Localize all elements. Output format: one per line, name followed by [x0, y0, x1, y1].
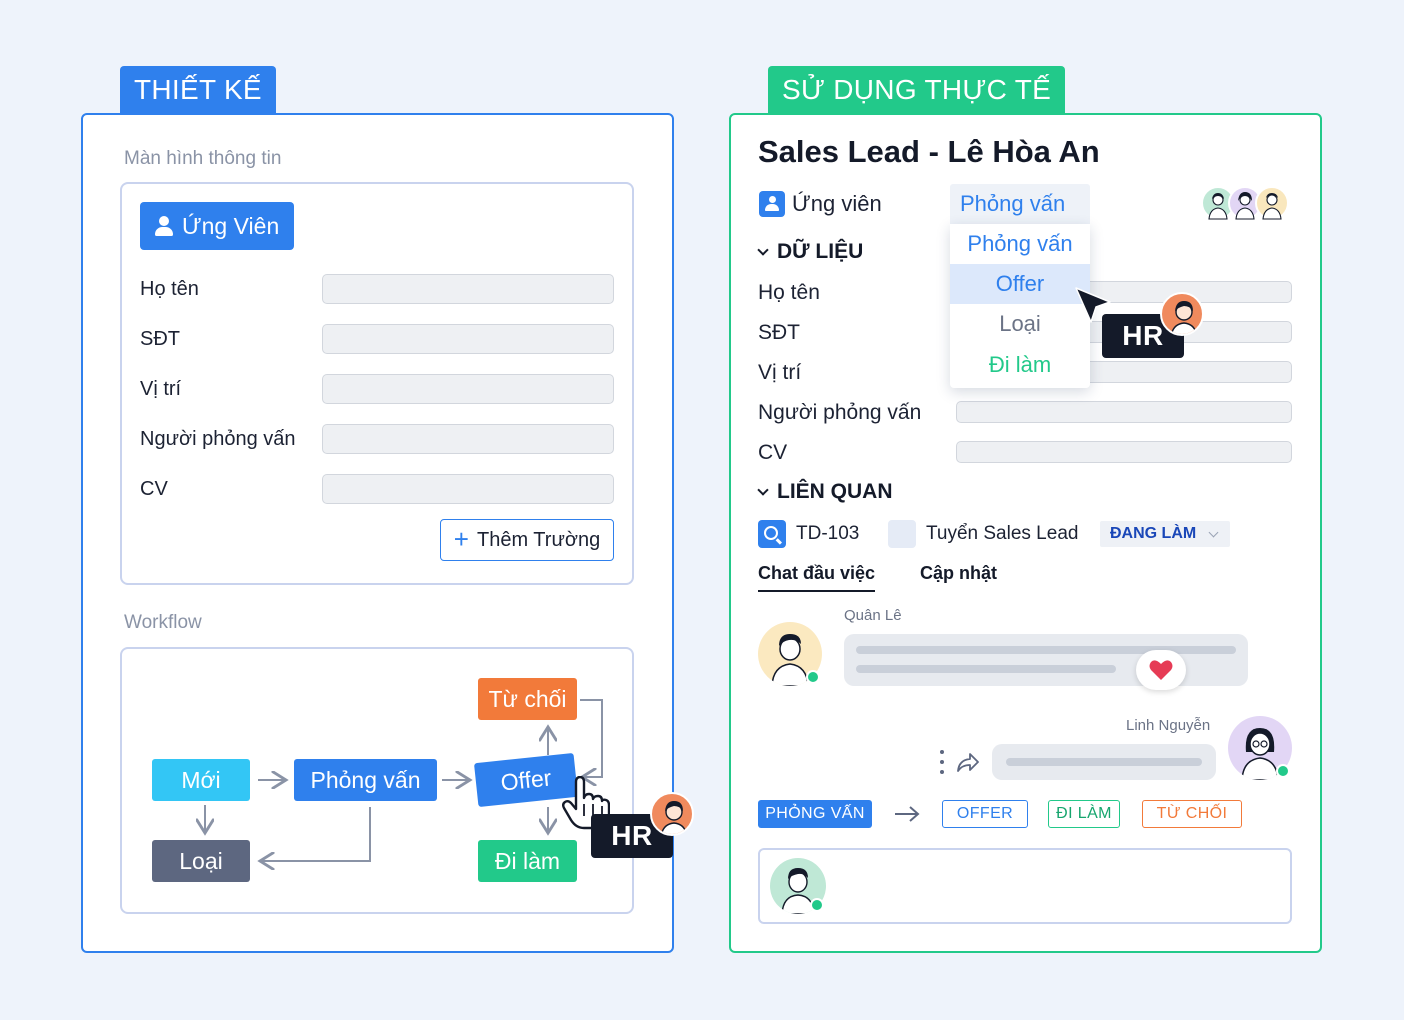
status-chip-work[interactable]: ĐI LÀM [1048, 800, 1120, 828]
search-icon[interactable] [758, 520, 786, 548]
task-checkbox[interactable] [888, 520, 916, 548]
status-dropdown-menu: Phỏng vấn Offer Loại Đi làm [950, 224, 1090, 388]
message-text-placeholder [856, 646, 1236, 654]
dropdown-option-drop[interactable]: Loại [950, 304, 1090, 344]
info-screen-caption: Màn hình thông tin [124, 148, 282, 169]
share-icon[interactable] [956, 751, 980, 773]
status-dropdown[interactable]: Phỏng vấn [950, 184, 1090, 224]
workflow-node-interview[interactable]: Phỏng vấn [294, 759, 437, 801]
person-icon [759, 191, 785, 217]
related-task-name[interactable]: Tuyển Sales Lead [926, 523, 1078, 545]
dropdown-option-interview[interactable]: Phỏng vấn [950, 224, 1090, 264]
field-input-phone[interactable] [322, 324, 614, 354]
status-chip-current[interactable]: PHỎNG VẤN [758, 800, 872, 828]
related-section-header[interactable]: LIÊN QUAN [757, 480, 893, 504]
add-field-button[interactable]: + Thêm Trường [440, 519, 614, 561]
field-label-name: Họ tên [758, 281, 820, 304]
online-status-dot [810, 898, 824, 912]
related-section-label: LIÊN QUAN [777, 480, 893, 503]
related-task-id[interactable]: TD-103 [796, 523, 859, 545]
related-status-badge[interactable]: ĐANG LÀM [1100, 521, 1230, 547]
status-chip-reject[interactable]: TỪ CHỐI [1142, 800, 1242, 828]
message-text-placeholder [856, 665, 1116, 673]
field-label-interviewer: Người phỏng vấn [140, 428, 296, 450]
data-section-header[interactable]: DỮ LIỆU [757, 240, 864, 264]
field-input-cv[interactable] [956, 441, 1292, 463]
plus-icon: + [453, 523, 469, 554]
tab-updates[interactable]: Cập nhật [920, 563, 997, 584]
message-bubble[interactable] [844, 634, 1248, 686]
field-label-position: Vị trí [758, 361, 802, 384]
field-label-position: Vị trí [140, 378, 182, 400]
candidate-button-label: Ứng Viên [182, 212, 280, 239]
online-status-dot [1276, 764, 1290, 778]
workflow-caption: Workflow [124, 612, 202, 633]
design-section-tab: THIẾT KẾ [120, 66, 276, 114]
field-input-name[interactable] [322, 274, 614, 304]
status-chip-offer[interactable]: OFFER [942, 800, 1028, 828]
chevron-down-icon [757, 484, 769, 496]
dropdown-option-work[interactable]: Đi làm [950, 345, 1090, 385]
record-title: Sales Lead - Lê Hòa An [758, 134, 1100, 169]
member-avatars[interactable] [1200, 185, 1294, 221]
dropdown-option-offer[interactable]: Offer [950, 264, 1090, 304]
related-status-label: ĐANG LÀM [1110, 525, 1197, 542]
field-label-phone: SĐT [140, 328, 180, 350]
field-label-cv: CV [758, 441, 788, 464]
field-label-phone: SĐT [758, 321, 800, 344]
workflow-node-drop[interactable]: Loại [152, 840, 250, 882]
add-field-label: Thêm Trường [476, 528, 601, 551]
message-text-placeholder [1006, 758, 1202, 766]
arrow-right-icon [895, 806, 920, 822]
hr-avatar [1160, 292, 1204, 336]
person-icon [154, 215, 174, 237]
more-options-icon[interactable] [938, 750, 946, 774]
chevron-down-icon [757, 244, 769, 256]
heart-icon [1149, 660, 1173, 680]
tab-task-chat[interactable]: Chat đầu việc [758, 563, 876, 592]
message-bubble[interactable] [992, 744, 1216, 780]
hr-avatar [650, 792, 694, 836]
field-label-cv: CV [140, 478, 168, 500]
field-label-interviewer: Người phỏng vấn [758, 401, 922, 424]
field-input-interviewer[interactable] [322, 424, 614, 454]
field-input-interviewer[interactable] [956, 401, 1292, 423]
message-composer[interactable] [758, 848, 1292, 924]
data-section-label: DỮ LIỆU [777, 240, 864, 263]
field-input-cv[interactable] [322, 474, 614, 504]
real-section-tab: SỬ DỤNG THỰC TẾ [768, 66, 1066, 114]
record-type-label: Ứng viên [792, 191, 882, 216]
field-label-name: Họ tên [140, 278, 199, 300]
hr-avatar-icon [660, 801, 688, 834]
message-author: Quân Lê [844, 607, 902, 624]
message-author: Linh Nguyễn [1126, 717, 1211, 734]
candidate-button[interactable]: Ứng Viên [140, 202, 294, 250]
field-input-position[interactable] [322, 374, 614, 404]
workflow-node-reject[interactable]: Từ chối [478, 678, 577, 720]
reaction-badge[interactable] [1136, 650, 1186, 690]
chevron-down-icon [1208, 527, 1219, 537]
workflow-node-work[interactable]: Đi làm [478, 840, 577, 882]
online-status-dot [806, 670, 820, 684]
workflow-node-new[interactable]: Mới [152, 759, 250, 801]
